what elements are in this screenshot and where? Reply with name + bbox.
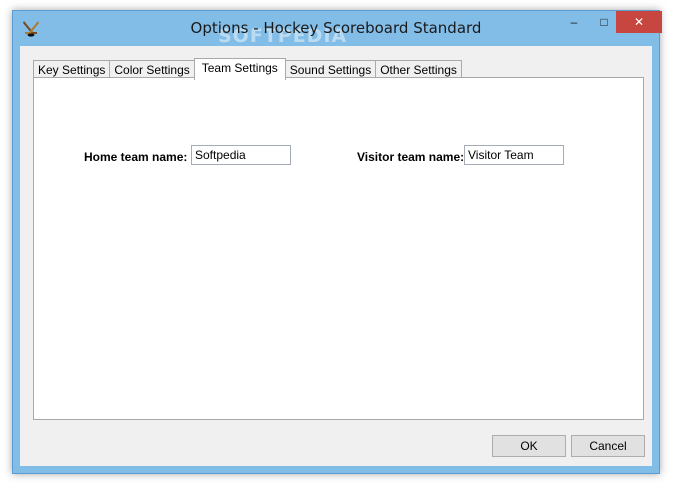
title-bar[interactable]: SOFTPEDIA Options - Hockey Scoreboard St… [13,11,662,47]
options-window: SOFTPEDIA Options - Hockey Scoreboard St… [12,10,662,474]
visitor-team-label: Visitor team name: [357,150,465,164]
home-team-input[interactable]: Softpedia [191,145,291,165]
cancel-button[interactable]: Cancel [571,435,645,457]
tab-strip: Key Settings Color Settings Team Setting… [33,58,462,80]
close-button[interactable]: ✕ [616,11,662,33]
visitor-team-input[interactable]: Visitor Team [464,145,564,165]
dialog-body: Key Settings Color Settings Team Setting… [20,46,652,466]
maximize-button[interactable]: □ [589,11,619,33]
team-settings-panel: Home team name: Softpedia Visitor team n… [33,77,644,420]
tab-team-settings[interactable]: Team Settings [193,58,286,80]
ok-button[interactable]: OK [492,435,566,457]
minimize-button[interactable]: – [559,11,589,33]
home-team-label: Home team name: [84,150,188,164]
